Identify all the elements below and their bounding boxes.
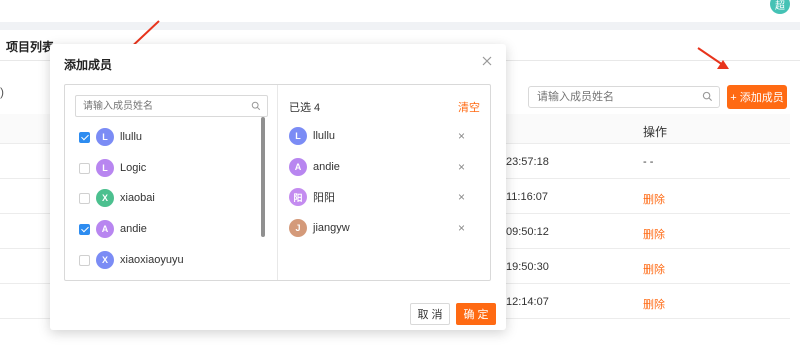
member-name: andie [313, 161, 340, 173]
row-time: 12:14:07 [506, 296, 549, 308]
avatar: 阳 [289, 188, 307, 206]
page-title: 项目列表 [6, 40, 55, 54]
selected-count: 已选 4 [289, 102, 321, 114]
member-option[interactable]: X xiaoxiaoyuyu [79, 249, 184, 271]
ops-column-header: 操作 [643, 125, 668, 139]
checkbox-checked[interactable] [79, 131, 90, 143]
avatar: A [96, 220, 114, 238]
member-option[interactable]: A andie [79, 218, 147, 240]
selected-list: 已选 4 清空 L llullu × A andie × 阳 阳阳 × J ji… [279, 85, 490, 280]
candidate-search-field[interactable] [75, 95, 268, 117]
selected-item: J jiangyw × [289, 217, 479, 239]
member-option[interactable]: L Logic [79, 157, 146, 179]
member-search-input[interactable] [529, 87, 689, 107]
avatar: J [289, 219, 307, 237]
user-avatar[interactable]: 超 [770, 0, 790, 14]
remove-icon[interactable]: × [458, 190, 465, 204]
add-member-dialog: 添加成员 L llullu L Logic X [50, 44, 506, 330]
selected-item: L llullu × [289, 125, 479, 147]
row-time: 19:50:30 [506, 261, 549, 273]
delete-link[interactable]: 删除 [643, 191, 665, 207]
checkbox[interactable] [79, 192, 90, 204]
clear-button[interactable]: 清空 [458, 99, 480, 115]
member-name: 阳阳 [313, 192, 335, 204]
remove-icon[interactable]: × [458, 160, 465, 174]
checkbox-checked[interactable] [79, 223, 90, 235]
remove-icon[interactable]: × [458, 129, 465, 143]
candidate-search-input[interactable] [76, 96, 236, 116]
checkbox[interactable] [79, 162, 90, 174]
member-name: xiaoxiaoyuyu [120, 254, 184, 266]
member-name: llullu [120, 131, 143, 143]
remove-icon[interactable]: × [458, 221, 465, 235]
member-picker: L llullu L Logic X xiaobai A andie X [64, 84, 491, 281]
avatar: L [96, 128, 114, 146]
truncated-text: ) [0, 85, 4, 99]
dialog-title: 添加成员 [64, 58, 113, 72]
avatar: L [289, 127, 307, 145]
cancel-button[interactable]: 取 消 [410, 303, 450, 325]
member-option[interactable]: X xiaobai [79, 187, 155, 209]
close-icon[interactable] [480, 54, 494, 68]
member-name: jiangyw [313, 222, 350, 234]
avatar: X [96, 251, 114, 269]
delete-link[interactable]: 删除 [643, 226, 665, 242]
member-name: andie [120, 223, 147, 235]
row-time: 11:16:07 [506, 191, 549, 203]
search-icon[interactable] [251, 100, 261, 114]
add-member-button[interactable]: + 添加成员 [727, 85, 787, 109]
checkbox[interactable] [79, 254, 90, 266]
member-name: Logic [120, 162, 147, 174]
confirm-button[interactable]: 确 定 [456, 303, 496, 325]
avatar: L [96, 159, 114, 177]
delete-link[interactable]: 删除 [643, 261, 665, 277]
selected-item: A andie × [289, 156, 479, 178]
row-time: 09:50:12 [506, 226, 549, 238]
avatar: A [289, 158, 307, 176]
selected-item: 阳 阳阳 × [289, 186, 479, 208]
row-time: 23:57:18 [506, 156, 549, 168]
row-operation: - - [643, 156, 654, 168]
avatar: X [96, 189, 114, 207]
member-name: llullu [313, 130, 336, 142]
scrollbar[interactable] [261, 117, 265, 237]
search-icon[interactable] [702, 91, 713, 105]
candidate-list: L llullu L Logic X xiaobai A andie X [65, 85, 278, 280]
member-search-field[interactable] [528, 86, 720, 108]
delete-link[interactable]: 删除 [643, 296, 665, 312]
annotation-arrow-add [697, 47, 729, 69]
member-name: xiaobai [120, 192, 155, 204]
member-option[interactable]: L llullu [79, 126, 142, 148]
